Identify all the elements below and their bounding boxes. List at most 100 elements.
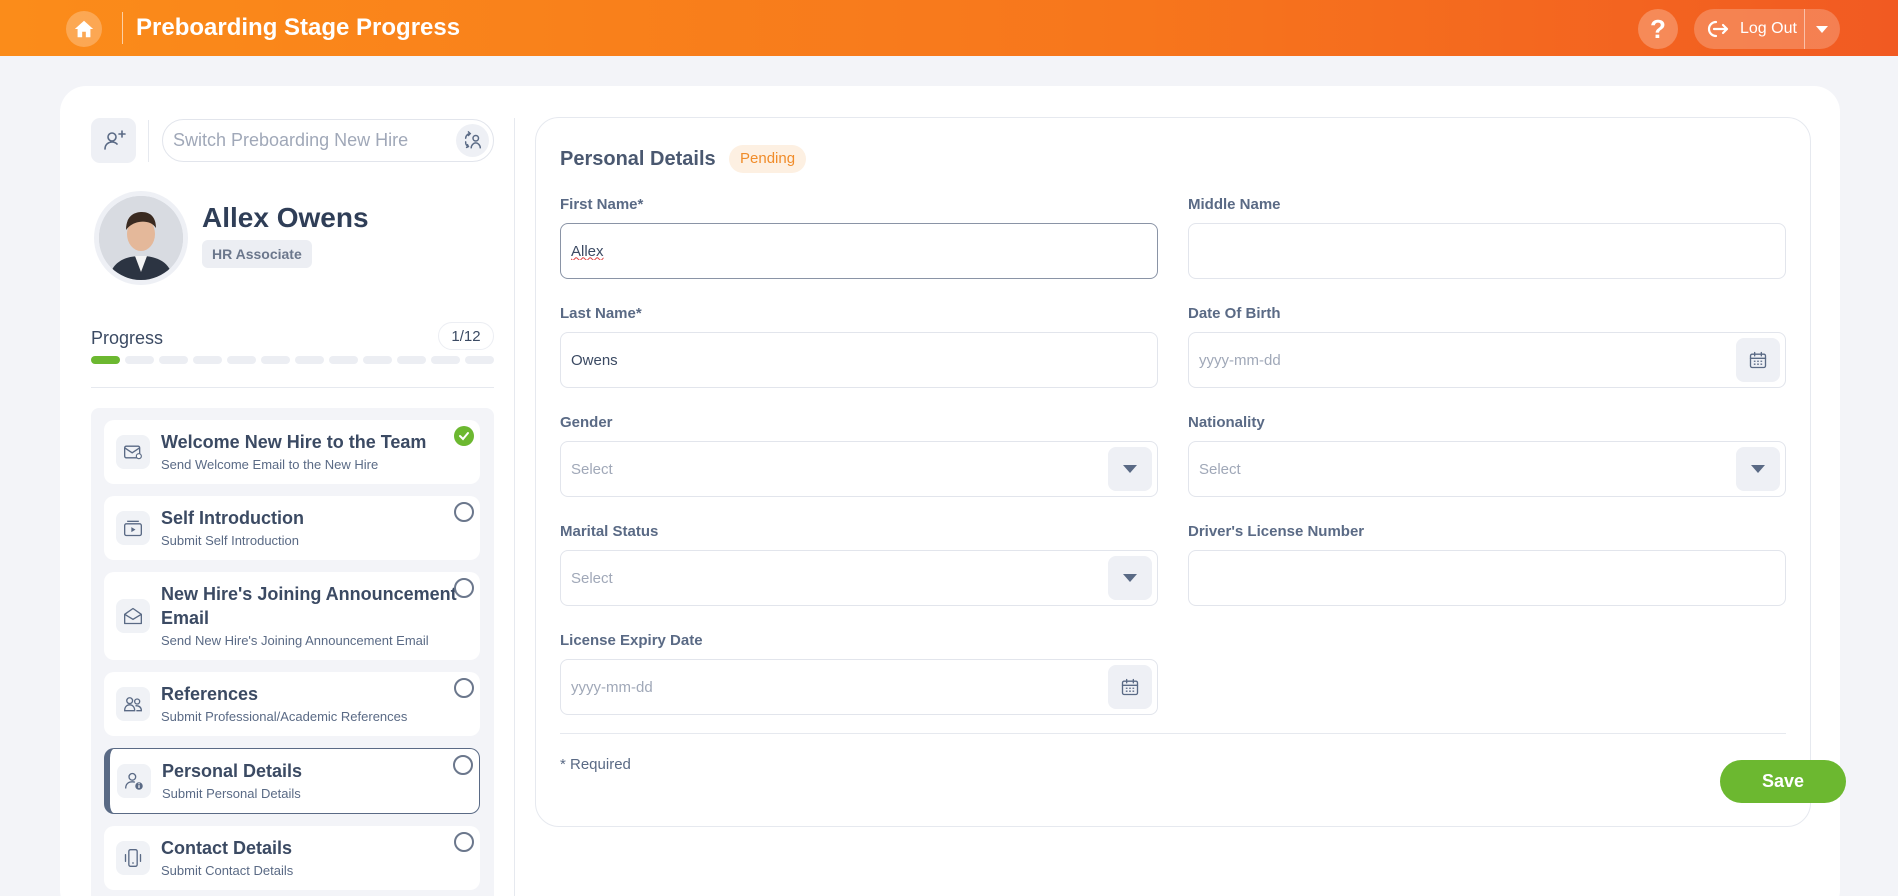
progress-segment [465, 356, 494, 364]
step-subtitle: Submit Contact Details [161, 863, 294, 878]
avatar-frame [94, 191, 188, 285]
personal-details-form: Personal Details Pending First Name* Mid… [535, 117, 1846, 827]
step-title: References [161, 684, 259, 704]
home-icon [74, 20, 94, 38]
required-note: * Required [560, 756, 631, 773]
status-open-icon [453, 755, 473, 775]
first-name-input[interactable] [571, 224, 1091, 278]
progress-segment [397, 356, 426, 364]
header-divider [122, 12, 123, 44]
form-divider [560, 733, 1786, 734]
gender-dropdown-button[interactable] [1108, 447, 1152, 491]
progress-segment [363, 356, 392, 364]
license-expiry-field [560, 659, 1158, 715]
status-open-icon [454, 502, 474, 522]
user-plus-icon [103, 129, 126, 150]
step-subtitle: Submit Personal Details [162, 786, 301, 801]
step-title: Contact Details [161, 838, 293, 858]
step-self-introduction[interactable]: Self Introduction Submit Self Introducti… [104, 496, 480, 560]
status-badge: Pending [729, 145, 807, 173]
logout-label: Log Out [1740, 20, 1797, 37]
last-name-label: Last Name* [560, 305, 642, 322]
step-subtitle: Submit Self Introduction [161, 533, 300, 548]
new-hire-name: Allex Owens [202, 202, 369, 233]
license-expiry-label: License Expiry Date [560, 632, 703, 649]
progress-label: Progress [91, 328, 164, 348]
license-expiry-input[interactable] [571, 660, 1091, 714]
step-subtitle: Submit Professional/Academic References [161, 709, 408, 724]
progress-segment [431, 356, 460, 364]
step-welcome-new-hire[interactable]: Welcome New Hire to the Team Send Welcom… [104, 420, 480, 484]
role-badge: HR Associate [202, 240, 312, 268]
progress-bar [91, 356, 494, 366]
step-personal-details[interactable]: Personal Details Submit Personal Details [104, 748, 480, 814]
progress-segment [159, 356, 188, 364]
step-title: New Hire's Joining Announcement Email [161, 584, 457, 628]
column-divider [514, 118, 515, 896]
marital-status-label: Marital Status [560, 523, 659, 540]
marital-status-select[interactable] [560, 550, 1158, 606]
license-expiry-calendar-button[interactable] [1108, 665, 1152, 709]
first-name-label: First Name* [560, 196, 644, 213]
caret-down-icon [1816, 25, 1828, 33]
progress-segment [227, 356, 256, 364]
caret-down-icon [1123, 465, 1137, 473]
switcher-divider [148, 120, 149, 162]
account-dropdown-button[interactable] [1805, 9, 1839, 49]
check-complete-icon [454, 426, 474, 446]
step-contact-details[interactable]: Contact Details Submit Contact Details [104, 826, 480, 890]
save-button[interactable]: Save [1720, 760, 1846, 803]
logout-button[interactable]: Log Out [1694, 9, 1804, 49]
status-open-icon [454, 578, 474, 598]
nationality-select[interactable] [1188, 441, 1786, 497]
first-name-field [560, 223, 1158, 279]
nationality-dropdown-button[interactable] [1736, 447, 1780, 491]
top-header: Preboarding Stage Progress ? Log Out [0, 0, 1898, 56]
new-hire-sidebar: Allex Owens HR Associate Progress 1/12 W… [60, 86, 515, 896]
dob-input[interactable] [1199, 333, 1719, 387]
progress-segment [125, 356, 154, 364]
step-subtitle: Send Welcome Email to the New Hire [161, 457, 379, 472]
nationality-label: Nationality [1188, 414, 1265, 431]
marital-status-dropdown-button[interactable] [1108, 556, 1152, 600]
add-new-hire-button[interactable] [91, 118, 136, 163]
step-joining-announcement[interactable]: New Hire's Joining Announcement Email Se… [104, 572, 480, 660]
middle-name-label: Middle Name [1188, 196, 1281, 213]
home-button[interactable] [66, 11, 102, 47]
main-panel: Allex Owens HR Associate Progress 1/12 W… [60, 86, 1846, 896]
step-references[interactable]: References Submit Professional/Academic … [104, 672, 480, 736]
switch-users-icon [464, 130, 481, 148]
step-title: Self Introduction [161, 508, 304, 528]
envelope-open-icon [116, 599, 150, 633]
middle-name-field [1188, 223, 1786, 279]
status-open-icon [454, 832, 474, 852]
progress-divider [91, 387, 494, 388]
progress-segment [91, 356, 120, 364]
video-icon [116, 511, 150, 545]
calendar-icon [1121, 678, 1139, 696]
progress-segment [295, 356, 324, 364]
form-title: Personal Details [560, 148, 716, 170]
logout-group: Log Out [1694, 9, 1840, 49]
step-title: Personal Details [162, 761, 303, 781]
marital-status-select-value[interactable] [571, 551, 1091, 605]
last-name-input[interactable] [571, 333, 1091, 387]
avatar [99, 196, 183, 280]
dob-calendar-button[interactable] [1736, 338, 1780, 382]
calendar-icon [1749, 351, 1767, 369]
license-number-input[interactable] [1199, 551, 1719, 605]
page-title: Preboarding Stage Progress [136, 14, 461, 41]
license-number-field [1188, 550, 1786, 606]
help-button[interactable]: ? [1638, 9, 1678, 49]
gender-select-value[interactable] [571, 442, 1091, 496]
middle-name-input[interactable] [1199, 224, 1719, 278]
switch-user-button[interactable] [456, 124, 489, 157]
step-subtitle: Send New Hire's Joining Announcement Ema… [161, 633, 429, 648]
users-icon [116, 687, 150, 721]
switch-new-hire-input[interactable] [173, 120, 443, 161]
dob-label: Date Of Birth [1188, 305, 1281, 322]
nationality-select-value[interactable] [1199, 442, 1719, 496]
gender-select[interactable] [560, 441, 1158, 497]
caret-down-icon [1751, 465, 1765, 473]
progress-segment [261, 356, 290, 364]
